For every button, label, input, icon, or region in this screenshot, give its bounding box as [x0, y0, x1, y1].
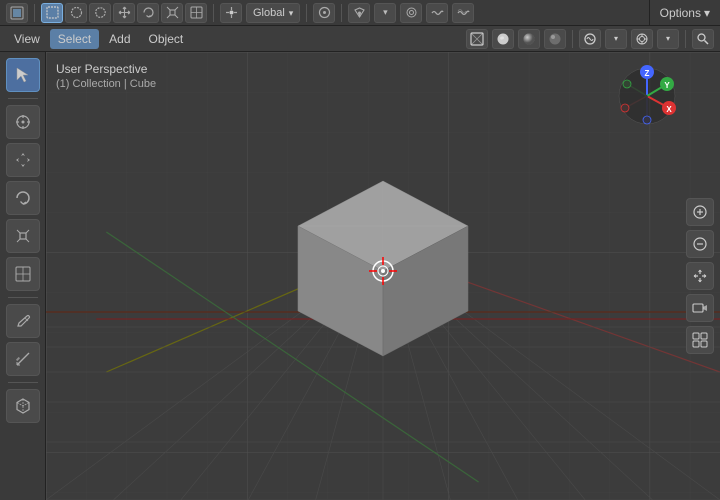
- overlay-toggle-btn[interactable]: [579, 29, 601, 49]
- wireframe-btn[interactable]: [466, 29, 488, 49]
- scale-tool-btn[interactable]: [161, 3, 183, 23]
- sep2: [213, 4, 214, 22]
- camera-btn[interactable]: [686, 294, 714, 322]
- left-tool-measure[interactable]: [6, 342, 40, 376]
- left-tool-annotate[interactable]: [6, 304, 40, 338]
- zoom-out-btn[interactable]: [686, 230, 714, 258]
- menu-item-view[interactable]: View: [6, 29, 48, 49]
- rotate-tool-btn[interactable]: [137, 3, 159, 23]
- zoom-in-btn[interactable]: [686, 198, 714, 226]
- editor-type-btn[interactable]: [6, 3, 28, 23]
- sep4: [341, 4, 342, 22]
- global-dropdown[interactable]: Global: [246, 3, 300, 23]
- circle-select-btn[interactable]: [65, 3, 87, 23]
- left-sep2: [8, 297, 38, 298]
- transform-tool-btn[interactable]: [185, 3, 207, 23]
- snap-btn[interactable]: [348, 3, 370, 23]
- gizmo-chevron-btn[interactable]: ▾: [657, 29, 679, 49]
- right-controls: [686, 198, 714, 354]
- top-toolbar: Global: [0, 0, 720, 26]
- viewport-3d[interactable]: User Perspective (1) Collection | Cube Z…: [46, 52, 720, 500]
- options-label: Options: [660, 6, 701, 20]
- left-toolbar: [0, 52, 46, 500]
- left-tool-transform[interactable]: [6, 257, 40, 291]
- grid-view-btn[interactable]: [686, 326, 714, 354]
- solid-btn[interactable]: [492, 29, 514, 49]
- gizmo-toggle-btn[interactable]: [631, 29, 653, 49]
- material-preview-btn[interactable]: [518, 29, 540, 49]
- menu-bar: View Select Add Object: [0, 26, 720, 52]
- menu-sep1: [572, 30, 573, 48]
- sep3: [306, 4, 307, 22]
- lasso-select-btn[interactable]: [89, 3, 111, 23]
- left-tool-scale[interactable]: [6, 219, 40, 253]
- menu-item-add[interactable]: Add: [101, 29, 138, 49]
- snap-dropdown-btn[interactable]: [374, 3, 396, 23]
- snap-chevron-icon: [383, 7, 388, 18]
- left-tool-cursor[interactable]: [6, 105, 40, 139]
- move-tool-btn[interactable]: [113, 3, 135, 23]
- left-tool-add-cube[interactable]: [6, 389, 40, 423]
- global-label: Global: [253, 7, 285, 19]
- select-mode-btn[interactable]: [41, 3, 63, 23]
- svg-text:Z: Z: [645, 69, 650, 78]
- menu-right-controls: ▾ ▾: [466, 29, 714, 49]
- axis-gizmo-svg: Z X Y: [615, 64, 680, 129]
- search-btn[interactable]: [692, 29, 714, 49]
- menu-item-object[interactable]: Object: [141, 29, 192, 49]
- sep1: [34, 4, 35, 22]
- left-sep3: [8, 382, 38, 383]
- pan-btn[interactable]: [686, 262, 714, 290]
- rendered-btn[interactable]: [544, 29, 566, 49]
- menu-item-select[interactable]: Select: [50, 29, 99, 49]
- axis-gizmo[interactable]: Z X Y: [615, 64, 680, 129]
- proportional-btn[interactable]: [313, 3, 335, 23]
- left-tool-select[interactable]: [6, 58, 40, 92]
- global-chevron-icon: [289, 7, 294, 19]
- options-chevron: ▾: [704, 6, 710, 20]
- proportional2-btn[interactable]: [400, 3, 422, 23]
- left-tool-move[interactable]: [6, 143, 40, 177]
- left-tool-rotate[interactable]: [6, 181, 40, 215]
- pivot-btn[interactable]: [220, 3, 242, 23]
- svg-text:Y: Y: [664, 81, 670, 90]
- left-sep1: [8, 98, 38, 99]
- mode-icons-group: [41, 3, 207, 23]
- overlay-chevron-btn[interactable]: ▾: [605, 29, 627, 49]
- editor-type-group: [6, 3, 28, 23]
- overlay2-btn[interactable]: [452, 3, 474, 23]
- options-button[interactable]: Options ▾: [649, 0, 720, 26]
- viewport-container: User Perspective (1) Collection | Cube Z…: [0, 52, 720, 500]
- menu-sep2: [685, 30, 686, 48]
- overlay1-btn[interactable]: [426, 3, 448, 23]
- svg-text:X: X: [666, 105, 672, 114]
